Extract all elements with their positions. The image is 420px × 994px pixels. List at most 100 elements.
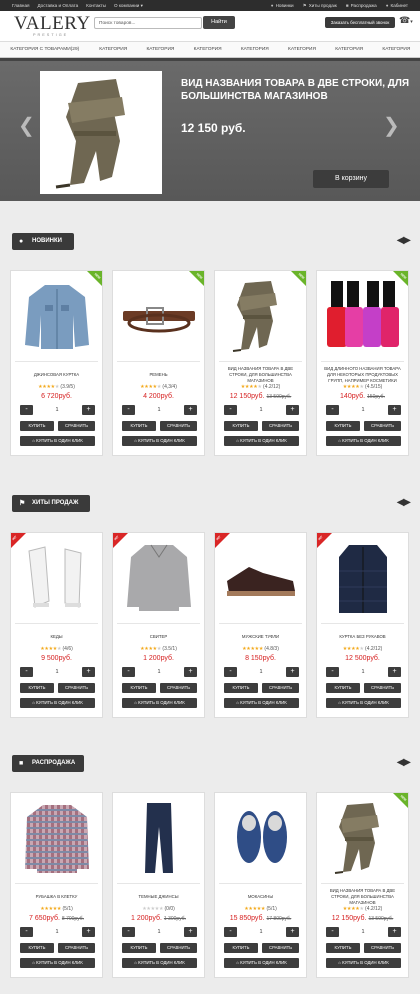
one-click-buy-button[interactable]: ⌂ КУПИТЬ В ОДИН КЛИК [224, 698, 299, 708]
product-image[interactable] [219, 275, 303, 357]
compare-button[interactable]: СРАВНИТЬ [160, 683, 197, 693]
section-next-icon[interactable]: ▶ [403, 757, 411, 768]
hero-title[interactable]: ВИД НАЗВАНИЯ ТОВАРА В ДВЕ СТРОКИ, ДЛЯ БО… [181, 77, 411, 103]
one-click-buy-button[interactable]: ⌂ КУПИТЬ В ОДИН КЛИК [20, 698, 95, 708]
nav-item[interactable]: КАТЕГОРИЯ [184, 47, 231, 52]
top-link-hits[interactable]: ⚑ Хиты продаж [303, 3, 337, 9]
quantity-input[interactable]: 1 [353, 405, 373, 415]
section-next-icon[interactable]: ▶ [403, 497, 411, 508]
hero-image[interactable] [40, 71, 162, 194]
one-click-buy-button[interactable]: ⌂ КУПИТЬ В ОДИН КЛИК [326, 698, 401, 708]
compare-button[interactable]: СРАВНИТЬ [364, 943, 401, 953]
product-image[interactable] [117, 275, 201, 357]
increase-button[interactable]: + [286, 927, 299, 937]
product-name[interactable]: ВИД ДЛИННОГО НАЗВАНИЯ ТОВАРА ДЛЯ НЕКОТОР… [320, 365, 405, 385]
nav-item[interactable]: КАТЕГОРИЯ [231, 47, 278, 52]
product-name[interactable]: СВИТЕР [116, 627, 201, 647]
product-name[interactable]: ТЕМНЫЕ ДЖИНСЫ [116, 887, 201, 907]
one-click-buy-button[interactable]: ⌂ КУПИТЬ В ОДИН КЛИК [122, 698, 197, 708]
product-name[interactable]: КЕДЫ [14, 627, 99, 647]
product-image[interactable] [117, 797, 201, 879]
buy-button[interactable]: КУПИТЬ [20, 421, 54, 431]
product-image[interactable] [321, 797, 405, 879]
product-card[interactable]: РУБАШКА В КЛЕТКУ ★★★★★ (5/1) 7 650руб. 8 70… [10, 792, 103, 978]
top-link-home[interactable]: Главная [12, 3, 29, 9]
product-card[interactable]: NEW РЕМЕНЬ ★★★★★ (4,3/4) 4 200руб. - 1 + КУПИТЬ… [112, 270, 205, 456]
decrease-button[interactable]: - [326, 405, 339, 415]
product-card[interactable]: NEW ДЖИНСОВАЯ КУРТКА ★★★★★ (3.9/5) 6 720руб… [10, 270, 103, 456]
section-title[interactable]: ● НОВИНКИ [12, 233, 74, 250]
top-link-about[interactable]: О компании ▾ [114, 3, 143, 9]
slider-prev-icon[interactable]: ❮ [18, 116, 35, 136]
product-card[interactable]: NEW ВИД НАЗВАНИЯ ТОВАРА В ДВЕ СТРОКИ, ДЛЯ… [316, 792, 409, 978]
nav-item[interactable]: КАТЕГОРИЯ [90, 47, 137, 52]
compare-button[interactable]: СРАВНИТЬ [262, 683, 299, 693]
product-name[interactable]: ВИД НАЗВАНИЯ ТОВАРА В ДВЕ СТРОКИ, ДЛЯ БО… [218, 365, 303, 385]
buy-button[interactable]: КУПИТЬ [326, 421, 360, 431]
top-link-contacts[interactable]: Контакты [86, 3, 106, 9]
one-click-buy-button[interactable]: ⌂ КУПИТЬ В ОДИН КЛИК [326, 958, 401, 968]
search-input[interactable]: Поиск товаров... [94, 17, 202, 29]
product-name[interactable]: КУРТКА БЕЗ РУКАВОВ [320, 627, 405, 647]
one-click-buy-button[interactable]: ⌂ КУПИТЬ В ОДИН КЛИК [326, 436, 401, 446]
decrease-button[interactable]: - [122, 405, 135, 415]
quantity-input[interactable]: 1 [149, 405, 169, 415]
quantity-input[interactable]: 1 [251, 667, 271, 677]
increase-button[interactable]: + [184, 405, 197, 415]
slider-next-icon[interactable]: ❯ [383, 116, 400, 136]
quantity-input[interactable]: 1 [149, 927, 169, 937]
product-card[interactable]: HIT МУЖСКИЕ ТУФЛИ ★★★★★ (4.8/3) 8 150руб. - 1… [214, 532, 307, 718]
decrease-button[interactable]: - [20, 927, 33, 937]
buy-button[interactable]: КУПИТЬ [224, 943, 258, 953]
top-link-delivery[interactable]: Доставка и Оплата [37, 3, 78, 9]
buy-button[interactable]: КУПИТЬ [122, 943, 156, 953]
quantity-input[interactable]: 1 [251, 927, 271, 937]
increase-button[interactable]: + [388, 927, 401, 937]
nav-item[interactable]: КАТЕГОРИЯ [278, 47, 325, 52]
section-next-icon[interactable]: ▶ [403, 235, 411, 246]
increase-button[interactable]: + [286, 667, 299, 677]
quantity-input[interactable]: 1 [47, 405, 67, 415]
decrease-button[interactable]: - [224, 667, 237, 677]
top-link-account[interactable]: ● Кабинет [386, 3, 408, 9]
buy-button[interactable]: КУПИТЬ [20, 943, 54, 953]
increase-button[interactable]: + [388, 405, 401, 415]
compare-button[interactable]: СРАВНИТЬ [160, 421, 197, 431]
top-link-sale[interactable]: ■ Распродажа [346, 3, 377, 9]
buy-button[interactable]: КУПИТЬ [122, 683, 156, 693]
callback-button[interactable]: Заказать бесплатный звонок [325, 17, 395, 28]
increase-button[interactable]: + [82, 927, 95, 937]
one-click-buy-button[interactable]: ⌂ КУПИТЬ В ОДИН КЛИК [224, 958, 299, 968]
product-card[interactable]: HIT КУРТКА БЕЗ РУКАВОВ ★★★★★ (4.2/12) 12 50… [316, 532, 409, 718]
decrease-button[interactable]: - [20, 667, 33, 677]
increase-button[interactable]: + [286, 405, 299, 415]
decrease-button[interactable]: - [20, 405, 33, 415]
product-name[interactable]: ДЖИНСОВАЯ КУРТКА [14, 365, 99, 385]
increase-button[interactable]: + [82, 667, 95, 677]
decrease-button[interactable]: - [326, 667, 339, 677]
compare-button[interactable]: СРАВНИТЬ [58, 421, 95, 431]
product-image[interactable] [15, 797, 99, 879]
decrease-button[interactable]: - [122, 667, 135, 677]
product-card[interactable]: NEW ВИД НАЗВАНИЯ ТОВАРА В ДВЕ СТРОКИ, ДЛЯ… [214, 270, 307, 456]
product-image[interactable] [15, 275, 99, 357]
nav-item[interactable]: КАТЕГОРИЯ [326, 47, 373, 52]
product-image[interactable] [321, 275, 405, 357]
buy-button[interactable]: КУПИТЬ [122, 421, 156, 431]
section-title[interactable]: ⚑ ХИТЫ ПРОДАЖ [12, 495, 90, 512]
one-click-buy-button[interactable]: ⌂ КУПИТЬ В ОДИН КЛИК [122, 958, 197, 968]
increase-button[interactable]: + [388, 667, 401, 677]
compare-button[interactable]: СРАВНИТЬ [58, 943, 95, 953]
quantity-input[interactable]: 1 [353, 667, 373, 677]
compare-button[interactable]: СРАВНИТЬ [58, 683, 95, 693]
increase-button[interactable]: + [184, 667, 197, 677]
product-image[interactable] [219, 537, 303, 619]
buy-button[interactable]: КУПИТЬ [224, 683, 258, 693]
nav-item[interactable]: КАТЕГОРИЯ [373, 47, 420, 52]
product-name[interactable]: ВИД НАЗВАНИЯ ТОВАРА В ДВЕ СТРОКИ, ДЛЯ БО… [320, 887, 405, 907]
product-card[interactable]: HIT КЕДЫ ★★★★★ (4/6) 9 500руб. - 1 + КУПИТЬ СРАВ… [10, 532, 103, 718]
quantity-input[interactable]: 1 [251, 405, 271, 415]
one-click-buy-button[interactable]: ⌂ КУПИТЬ В ОДИН КЛИК [20, 436, 95, 446]
nav-item-all[interactable]: КАТЕГОРИЯ С ТОВАРАМИ(29) [0, 47, 90, 52]
logo[interactable]: VALERY [14, 14, 91, 34]
